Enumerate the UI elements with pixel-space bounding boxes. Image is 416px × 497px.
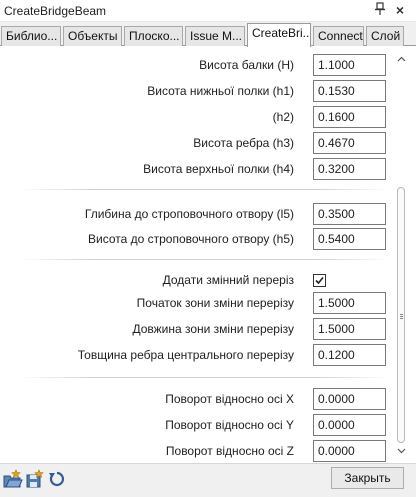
rotation-x-input[interactable]: 0.0000: [313, 388, 386, 410]
variable-section-label: Додати змінний переріз: [162, 273, 294, 287]
sling-hole-height-input[interactable]: 0.5400: [313, 228, 386, 250]
close-icon[interactable]: ×: [392, 2, 408, 18]
tab-connect[interactable]: Connect: [313, 26, 364, 46]
rotation-y-input[interactable]: 0.0000: [313, 414, 386, 436]
central-rib-thickness-input[interactable]: 0.1200: [313, 344, 386, 366]
tab-layer[interactable]: Слой: [366, 26, 404, 46]
vertical-scrollbar[interactable]: [394, 47, 408, 463]
sling-hole-depth-label: Глибина до строповочного отвору (l5): [84, 207, 294, 221]
save-favorite-icon[interactable]: [25, 469, 45, 489]
window-title: CreateBridgeBeam: [4, 4, 107, 18]
tab-strip: Библио... Объекты Плоско... Issue M... C…: [0, 22, 416, 47]
bottom-flange-height-input[interactable]: 0.1530: [313, 80, 386, 102]
checkmark-icon: [315, 276, 324, 285]
rotation-z-input[interactable]: 0.0000: [313, 440, 386, 462]
rib-height-label: Висота ребра (h3): [193, 136, 294, 150]
beam-height-label: Висота балки (H): [199, 58, 294, 72]
pin-icon[interactable]: [373, 2, 387, 18]
properties-panel: Висота балки (H) 1.1000 Висота нижньої п…: [0, 47, 416, 463]
change-zone-length-input[interactable]: 1.5000: [313, 318, 386, 340]
tab-objects[interactable]: Объекты: [63, 26, 122, 46]
scroll-up-icon[interactable]: [394, 53, 408, 67]
rib-height-input[interactable]: 0.4670: [313, 132, 386, 154]
rotation-y-label: Поворот відносно осі Y: [165, 418, 294, 432]
tab-issue-manager[interactable]: Issue M...: [185, 26, 245, 46]
change-zone-length-label: Довжина зони зміни перерізу: [132, 322, 294, 336]
group-separator: [20, 377, 390, 378]
scrollbar-thumb[interactable]: [397, 187, 405, 443]
h2-label: (h2): [272, 110, 294, 124]
bottom-flange-height-label: Висота нижньої полки (h1): [147, 84, 294, 98]
window-titlebar: CreateBridgeBeam ×: [0, 0, 416, 22]
sling-hole-depth-input[interactable]: 0.3500: [313, 203, 386, 225]
tab-createbridgebeam[interactable]: CreateBri...: [247, 23, 311, 47]
change-zone-start-input[interactable]: 1.5000: [313, 292, 386, 314]
scroll-down-icon[interactable]: [394, 445, 408, 459]
tab-planes[interactable]: Плоско...: [124, 26, 183, 46]
variable-section-checkbox[interactable]: [313, 274, 326, 287]
sling-hole-height-label: Висота до строповочного отвору (h5): [87, 232, 294, 246]
grip-icon: [400, 314, 403, 315]
close-button[interactable]: Закрыть: [331, 467, 404, 489]
rotation-z-label: Поворот відносно осі Z: [165, 444, 294, 458]
change-zone-start-label: Початок зони зміни перерізу: [136, 296, 294, 310]
bottom-toolbar: Закрыть: [0, 463, 416, 497]
top-flange-height-input[interactable]: 0.3200: [313, 158, 386, 180]
top-flange-height-label: Висота верхньої полки (h4): [143, 162, 294, 176]
rotation-x-label: Поворот відносно осі X: [165, 392, 294, 406]
beam-height-input[interactable]: 1.1000: [313, 54, 386, 76]
tab-library[interactable]: Библио...: [1, 26, 61, 46]
h2-input[interactable]: 0.1600: [313, 106, 386, 128]
group-separator: [20, 189, 390, 190]
reset-icon[interactable]: [47, 469, 67, 489]
open-favorite-icon[interactable]: [3, 469, 23, 489]
central-rib-thickness-label: Товщина ребра центрального перерізу: [77, 348, 294, 362]
group-separator: [20, 259, 390, 260]
